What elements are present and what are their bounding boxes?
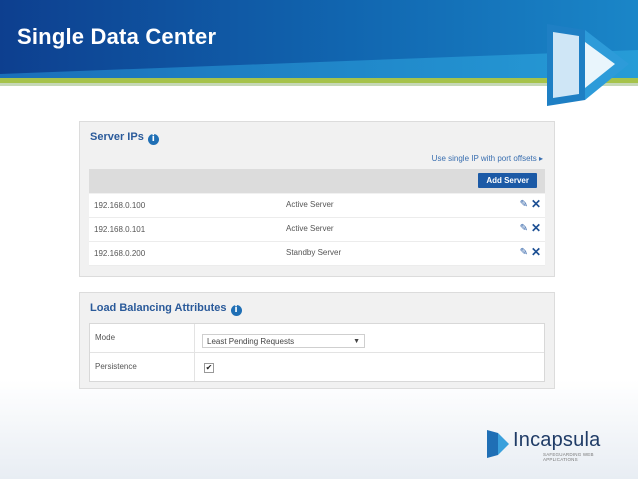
load-balancing-panel: Load Balancing Attributes i Mode Least Pe… [79,292,555,389]
persistence-label: Persistence [90,353,195,381]
mode-select-value: Least Pending Requests [207,337,295,346]
banner-swoosh [0,50,638,78]
server-toolbar: Add Server [89,169,545,193]
arrow-logo-icon [547,24,629,106]
close-icon[interactable]: ✕ [531,221,541,235]
load-balancing-table: Mode Least Pending Requests ▼ Persistenc… [89,323,545,382]
info-icon[interactable]: i [230,305,242,316]
table-row: 192.168.0.100 Active Server ✎ ✕ [89,194,545,218]
mode-select[interactable]: Least Pending Requests ▼ [202,334,365,348]
slide-title: Single Data Center [17,24,217,49]
close-icon[interactable]: ✕ [531,245,541,259]
server-ip: 192.168.0.101 [94,225,146,234]
persistence-row: Persistence ✔ [90,353,544,381]
load-balancing-title: Load Balancing Attributes [90,302,227,314]
brand-tagline: SAFEGUARDING WEB APPLICATIONS [543,452,594,462]
server-ips-title: Server IPs [90,131,144,143]
mode-label: Mode [90,324,195,352]
caret-down-icon: ▼ [353,338,360,345]
server-role: Standby Server [286,248,342,257]
port-offsets-link[interactable]: Use single IP with port offsets ▸ [432,154,543,163]
server-role: Active Server [286,224,334,233]
incapsula-mark-icon [487,430,509,458]
table-row: 192.168.0.200 Standby Server ✎ ✕ [89,242,545,266]
persistence-checkbox[interactable]: ✔ [204,363,214,373]
add-server-button[interactable]: Add Server [478,173,537,188]
brand-name: Incapsula [513,429,601,451]
close-icon[interactable]: ✕ [531,197,541,211]
table-row: 192.168.0.101 Active Server ✎ ✕ [89,218,545,242]
server-ip: 192.168.0.100 [94,201,146,210]
server-ips-heading: Server IPs i [90,131,159,145]
load-balancing-heading: Load Balancing Attributes i [90,302,242,316]
mode-row: Mode Least Pending Requests ▼ [90,324,544,353]
info-icon[interactable]: i [147,134,159,145]
pencil-icon[interactable]: ✎ [520,223,528,234]
title-banner: Single Data Center [0,0,638,78]
pencil-icon[interactable]: ✎ [520,247,528,258]
accent-line-shadow [0,83,638,86]
incapsula-logo: Incapsula SAFEGUARDING WEB APPLICATIONS [487,427,627,463]
server-table: 192.168.0.100 Active Server ✎ ✕ 192.168.… [89,194,545,266]
pencil-icon[interactable]: ✎ [520,199,528,210]
server-ip: 192.168.0.200 [94,249,146,258]
server-ips-panel: Server IPs i Use single IP with port offs… [79,121,555,277]
server-role: Active Server [286,200,334,209]
